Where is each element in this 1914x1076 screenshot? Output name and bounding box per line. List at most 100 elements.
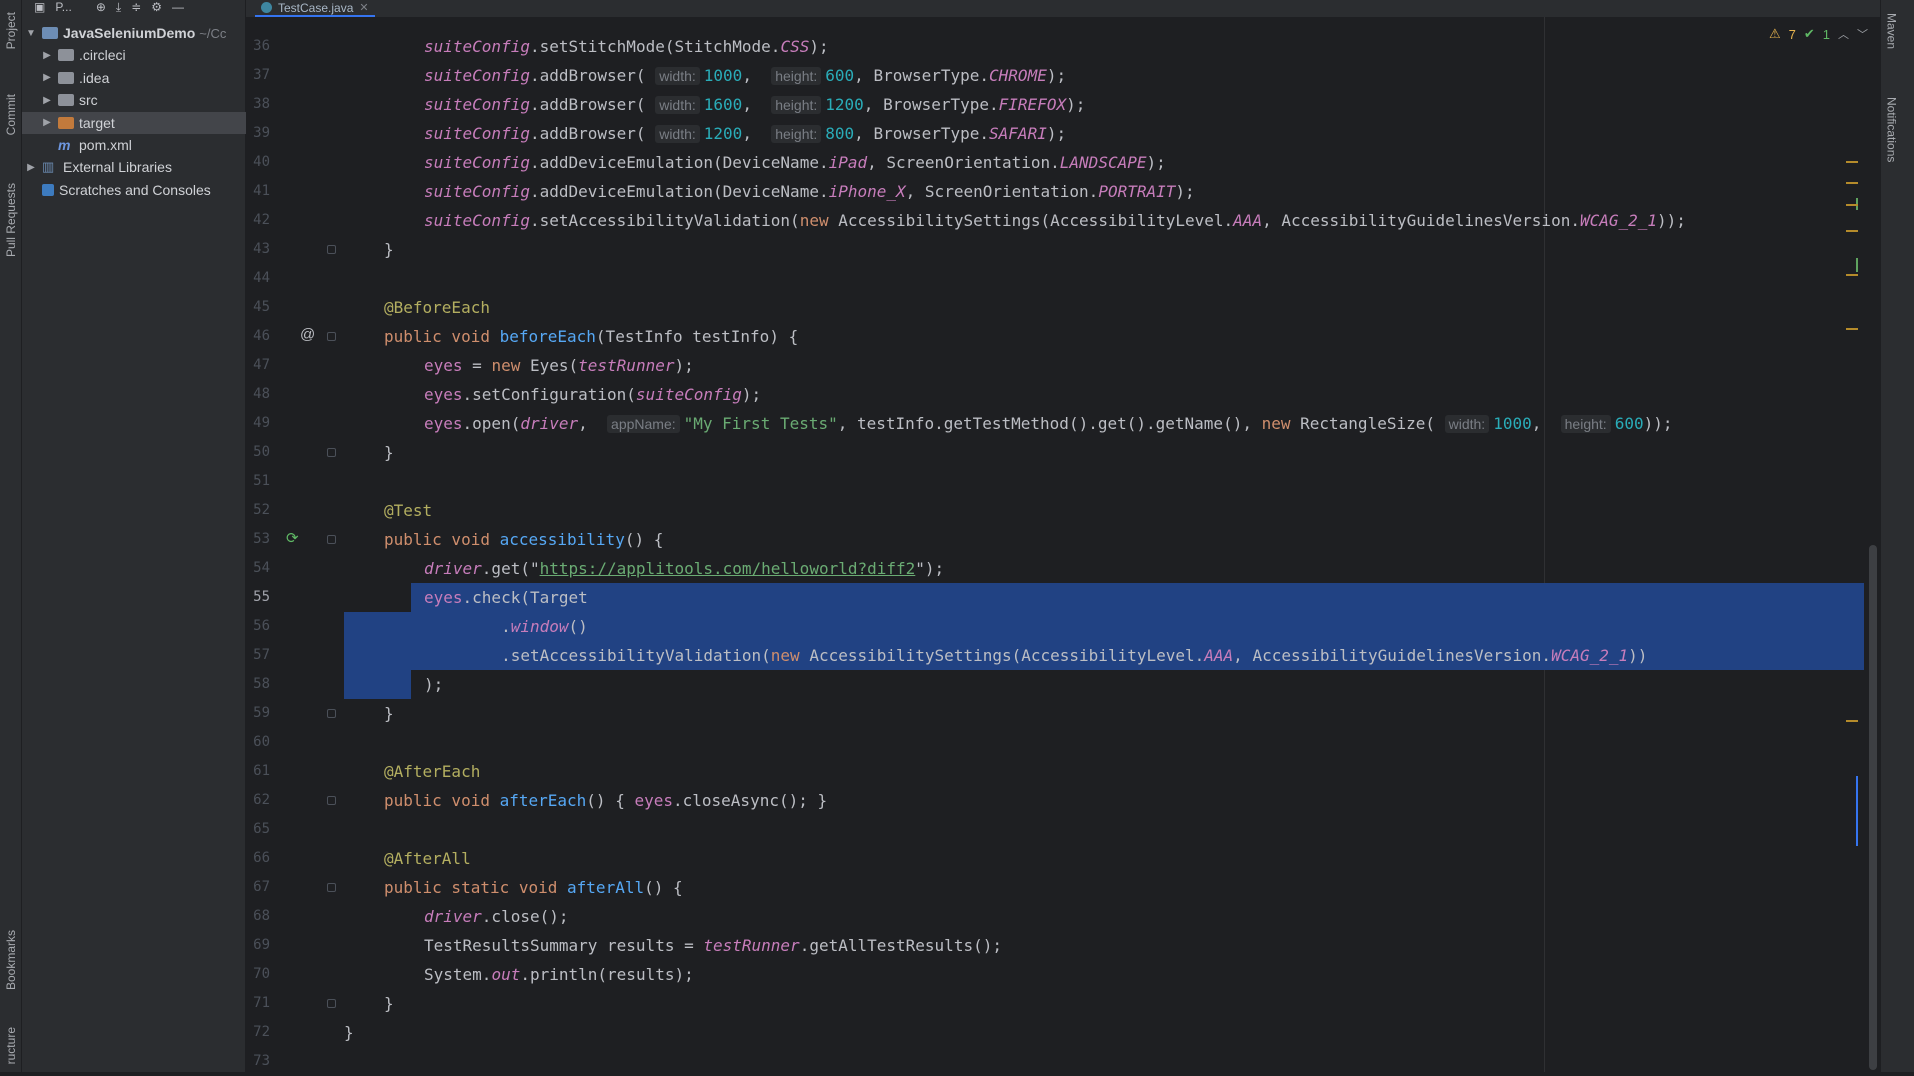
line-number[interactable]: 65 [246,815,270,844]
line-number[interactable]: 54 [246,554,270,583]
scroll-marker[interactable] [1846,182,1858,184]
chevron-up-icon[interactable]: ︿ [1838,26,1849,42]
scroll-marker[interactable] [1846,204,1858,206]
code-line[interactable]: driver.get("https://applitools.com/hello… [424,554,944,583]
code-line[interactable]: suiteConfig.setAccessibilityValidation(n… [424,206,1686,235]
scroll-marker[interactable] [1846,274,1858,276]
code-line[interactable]: } [384,989,394,1018]
line-number[interactable]: 55 [246,583,270,612]
line-number[interactable]: 62 [246,786,270,815]
tool-tab-structure[interactable]: ructure [0,1020,21,1072]
code-line[interactable]: suiteConfig.setStitchMode(StitchMode.CSS… [424,32,829,61]
scroll-marker[interactable] [1856,258,1858,272]
scroll-marker[interactable] [1846,230,1858,232]
inspection-widget[interactable]: ⚠ 7 ✔ 1 ︿ ﹀ [1769,26,1868,42]
code-line[interactable]: System.out.println(results); [424,960,694,989]
annotation-gutter-icon[interactable]: @ [300,326,315,343]
line-number[interactable]: 72 [246,1018,270,1047]
line-number[interactable]: 60 [246,728,270,757]
fold-marker[interactable] [327,332,336,341]
line-number[interactable]: 56 [246,612,270,641]
code-line[interactable]: eyes = new Eyes(testRunner); [424,351,694,380]
line-number[interactable]: 61 [246,757,270,786]
code-line[interactable]: TestResultsSummary results = testRunner.… [424,931,1002,960]
code-line[interactable]: public static void afterAll() { [384,873,683,902]
chevron-down-icon[interactable]: ▼ [24,28,38,39]
project-view-icon[interactable]: ▣ [34,1,45,13]
line-number[interactable]: 69 [246,931,270,960]
scroll-marker[interactable] [1856,776,1858,846]
code-line[interactable]: @Test [384,496,432,525]
scroll-marker[interactable] [1846,161,1858,163]
tool-tab-notifications[interactable]: Notifications [1881,80,1902,180]
fold-marker[interactable] [327,448,336,457]
line-number[interactable]: 59 [246,699,270,728]
scroll-marker[interactable] [1846,328,1858,330]
hide-panel-icon[interactable]: — [172,1,184,13]
code-line[interactable]: .setAccessibilityValidation(new Accessib… [424,641,1647,670]
tree-item[interactable]: ▶ src [22,89,263,111]
code-line[interactable]: eyes.check(Target [424,583,588,612]
code-line[interactable]: suiteConfig.addBrowser( width: 1200, heig… [424,119,1066,148]
tree-item[interactable]: ▶ target [22,111,263,134]
fold-marker[interactable] [327,883,336,892]
chevron-right-icon[interactable]: ▶ [24,162,38,173]
tool-tab-maven[interactable]: Maven [1881,0,1902,62]
line-number[interactable]: 51 [246,467,270,496]
editor-tab-testcase[interactable]: TestCase.java ✕ [255,0,375,17]
line-number[interactable]: 50 [246,438,270,467]
line-number[interactable]: 58 [246,670,270,699]
code-line[interactable]: suiteConfig.addBrowser( width: 1600, heig… [424,90,1085,119]
code-line[interactable]: eyes.open(driver, appName: "My First Test… [424,409,1673,438]
tree-item[interactable]: ▶ ▥ External Libraries [22,156,247,178]
line-number[interactable]: 48 [246,380,270,409]
line-number[interactable]: 44 [246,264,270,293]
code-line[interactable]: } [344,1018,354,1047]
tool-tab-bookmarks[interactable]: Bookmarks [0,915,21,1005]
code-line[interactable]: public void beforeEach(TestInfo testInfo… [384,322,798,351]
code-line[interactable]: driver.close(); [424,902,569,931]
line-number[interactable]: 41 [246,177,270,206]
chevron-right-icon[interactable]: ▶ [40,95,54,106]
code-line[interactable]: eyes.setConfiguration(suiteConfig); [424,380,761,409]
chevron-down-icon[interactable]: ﹀ [1857,26,1868,42]
tree-item[interactable]: ▶ .idea [22,67,263,89]
code-area[interactable]: suiteConfig.setStitchMode(StitchMode.CSS… [344,17,1864,1072]
project-panel-title[interactable]: P... [55,0,71,14]
code-line[interactable]: } [384,699,394,728]
fold-marker[interactable] [327,709,336,718]
line-number[interactable]: 66 [246,844,270,873]
line-number[interactable]: 43 [246,235,270,264]
tool-tab-commit[interactable]: Commit [0,80,21,150]
line-number[interactable]: 49 [246,409,270,438]
tree-item[interactable]: Scratches and Consoles [22,179,247,201]
line-number[interactable]: 57 [246,641,270,670]
code-line[interactable]: } [384,235,394,264]
tool-tab-project[interactable]: Project [0,0,21,62]
scroll-marker[interactable] [1846,720,1858,722]
line-number[interactable]: 47 [246,351,270,380]
code-line[interactable]: suiteConfig.addDeviceEmulation(DeviceNam… [424,177,1195,206]
tree-item[interactable]: m pom.xml [22,134,263,156]
chevron-right-icon[interactable]: ▶ [40,72,54,83]
line-number[interactable]: 46 [246,322,270,351]
fold-marker[interactable] [327,245,336,254]
code-line[interactable]: public void afterEach() { eyes.closeAsyn… [384,786,827,815]
line-number[interactable]: 36 [246,32,270,61]
collapse-all-icon[interactable]: ≑ [131,1,141,13]
fold-marker[interactable] [327,796,336,805]
code-line[interactable]: suiteConfig.addBrowser( width: 1000, heig… [424,61,1066,90]
close-icon[interactable]: ✕ [359,1,368,14]
chevron-right-icon[interactable]: ▶ [40,50,54,61]
run-test-icon[interactable]: ⟳ [286,529,299,547]
code-line[interactable]: @BeforeEach [384,293,490,322]
chevron-right-icon[interactable]: ▶ [40,117,54,128]
code-line[interactable]: .window() [424,612,588,641]
code-line[interactable]: public void accessibility() { [384,525,663,554]
fold-marker[interactable] [327,535,336,544]
locate-file-icon[interactable]: ⊕ [96,1,106,13]
line-number[interactable]: 71 [246,989,270,1018]
line-number[interactable]: 52 [246,496,270,525]
code-line[interactable]: ); [424,670,443,699]
code-line[interactable]: @AfterAll [384,844,471,873]
